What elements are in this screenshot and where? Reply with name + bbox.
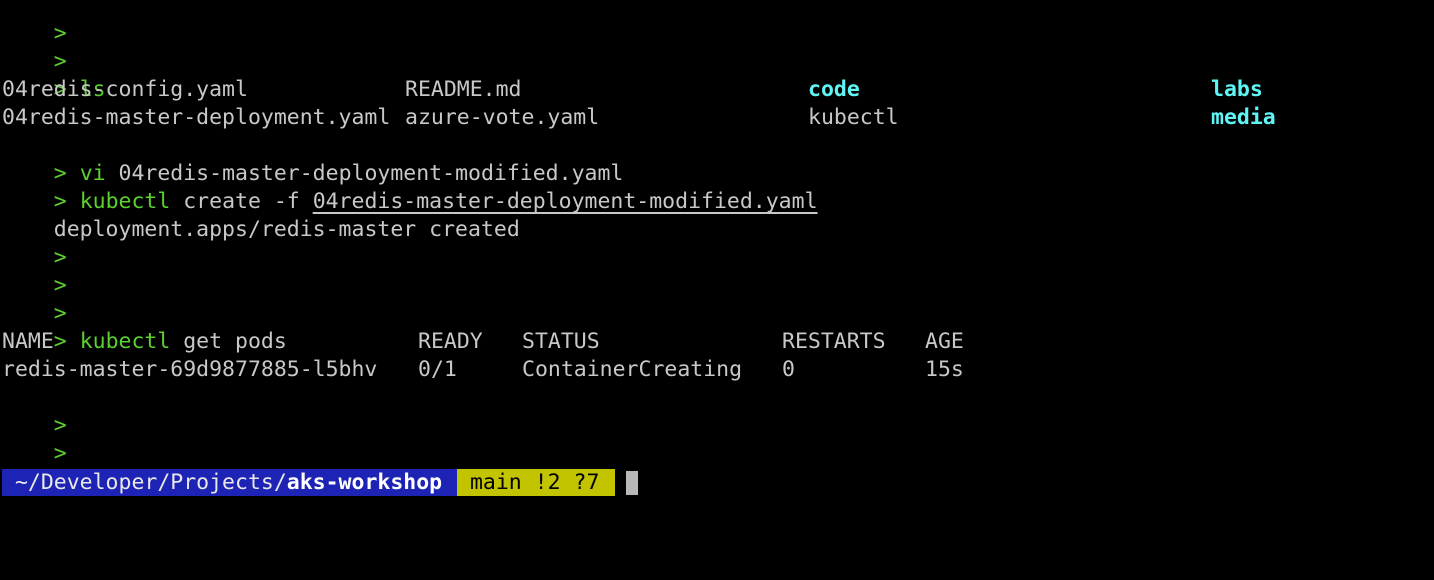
command-output: deployment.apps/redis-master created — [2, 188, 1434, 242]
column-header-restarts: RESTARTS — [782, 329, 886, 354]
pod-restarts: 0 — [782, 357, 795, 382]
file-name: 04redis-config.yaml — [2, 77, 248, 102]
prompt-line: > — [2, 20, 1434, 74]
prompt-line: > ls — [2, 48, 1434, 102]
prompt-line: > — [2, 440, 1434, 494]
prompt-line: > — [2, 412, 1434, 466]
prompt-line: > — [2, 384, 1434, 438]
column-header-name: NAME — [2, 329, 54, 354]
current-directory-name: aks-workshop — [286, 470, 443, 495]
pods-table-row: redis-master-69d9877885-l5bhv 0/1 Contai… — [2, 356, 1434, 384]
path-prefix: ~/Developer/Projects/ — [2, 470, 287, 495]
file-name: azure-vote.yaml — [405, 105, 600, 130]
text-cursor[interactable] — [626, 471, 638, 495]
prompt-status-bar: ~/Developer/Projects/aks-workshop main !… — [2, 468, 615, 496]
current-directory-segment: ~/Developer/Projects/aks-workshop — [2, 469, 457, 496]
prompt-line: > vi 04redis-master-deployment-modified.… — [2, 132, 1434, 186]
column-header-ready: READY — [418, 329, 483, 354]
pod-ready: 0/1 — [418, 357, 457, 382]
prompt-line: > kubectl create -f 04redis-master-deplo… — [2, 160, 1434, 214]
column-header-status: STATUS — [522, 329, 600, 354]
directory-name: labs — [1211, 77, 1263, 102]
git-status-segment: main !2 ?7 — [457, 469, 615, 496]
pods-table-header: NAME READY STATUS RESTARTS AGE — [2, 328, 1434, 356]
file-name: kubectl — [808, 105, 899, 130]
pod-status: ContainerCreating — [522, 357, 743, 382]
prompt-line: > kubectl get pods — [2, 300, 1434, 354]
file-name: 04redis-master-deployment.yaml — [2, 105, 391, 130]
git-branch-status: main !2 ?7 — [457, 470, 600, 495]
prompt-line: > — [2, 0, 1434, 46]
current-prompt-line[interactable]: ~/Developer/Projects/aks-workshop main !… — [2, 468, 1434, 496]
prompt-line: > — [2, 216, 1434, 270]
ls-output-row: 04redis-config.yaml README.md code labs — [2, 76, 1434, 104]
column-header-age: AGE — [925, 329, 964, 354]
directory-name: code — [808, 77, 860, 102]
prompt-line: > — [2, 244, 1434, 298]
prompt-line: > — [2, 272, 1434, 326]
terminal-window[interactable]: > > > ls 04redis-config.yaml README.md c… — [2, 0, 1434, 496]
ls-output-row: 04redis-master-deployment.yaml azure-vot… — [2, 104, 1434, 132]
pod-name: redis-master-69d9877885-l5bhv — [2, 357, 378, 382]
file-name: README.md — [405, 77, 522, 102]
pod-age: 15s — [925, 357, 964, 382]
directory-name: media — [1211, 105, 1276, 130]
